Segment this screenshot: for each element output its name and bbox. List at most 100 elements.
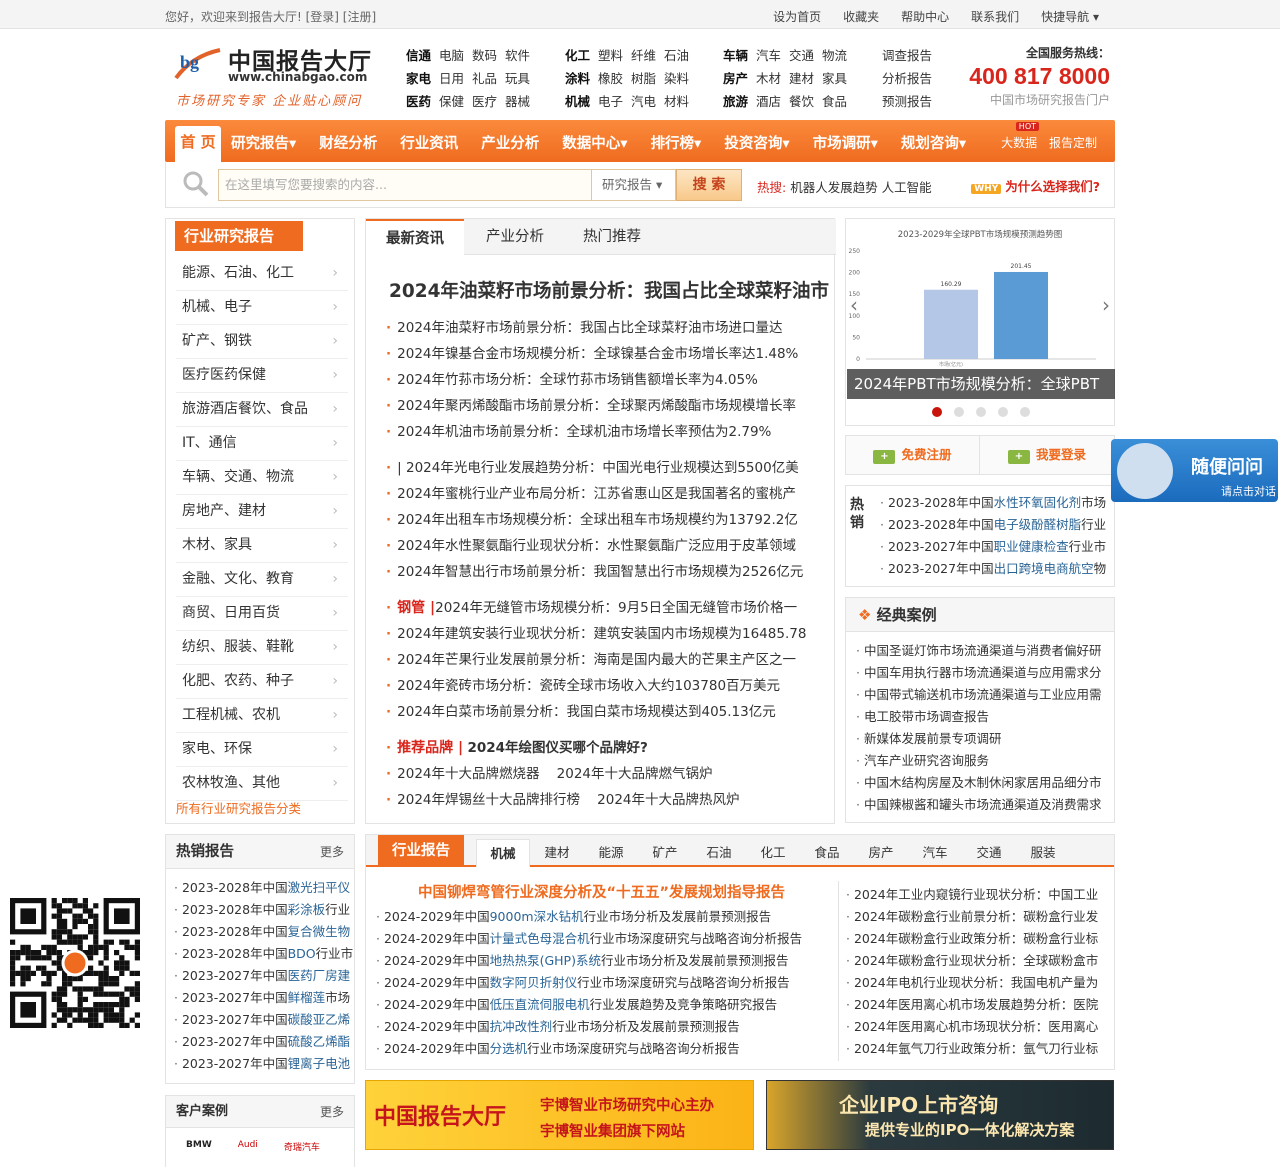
cat-link[interactable]: 电脑 — [439, 44, 464, 67]
industry-tab[interactable]: 建材 — [530, 839, 584, 867]
cat-link[interactable]: 软件 — [505, 44, 530, 67]
industry-item[interactable]: 化肥、农药、种子 — [176, 665, 348, 699]
cat-link[interactable]: 分析报告 — [882, 67, 932, 90]
industry-item[interactable]: 旅游酒店餐饮、食品 — [176, 393, 348, 427]
industry-item[interactable]: 能源、石油、化工 — [176, 257, 348, 291]
industry-item[interactable]: 纺织、服装、鞋靴 — [176, 631, 348, 665]
hot-report-item[interactable]: 2023-2028年中国激光扫平仪 — [174, 877, 353, 899]
cat-link[interactable]: 医药 — [406, 94, 431, 109]
all-industries-link[interactable]: 所有行业研究报告分类 — [176, 798, 301, 817]
cat-link[interactable]: 建材 — [789, 67, 814, 90]
report-item[interactable]: 2024-2029年中国计量式色母混合机行业市场深度研究与战略咨询分析报告 — [376, 928, 802, 950]
news-item[interactable]: 2024年机油市场前景分析：全球机油市场增长率预估为2.79% — [386, 419, 798, 445]
report-item[interactable]: 2024年医用离心机市场发展趋势分析：医院 — [846, 994, 1098, 1016]
cat-link[interactable]: 预测报告 — [882, 90, 932, 113]
search-button[interactable]: 搜 索 — [676, 169, 742, 201]
industry-tab[interactable]: 石油 — [692, 839, 746, 867]
bmw-logo[interactable]: BMW — [186, 1140, 212, 1153]
featured-report[interactable]: 中国铆焊弯管行业深度分析及“十五五”发展规划指导报告 — [418, 881, 785, 902]
industry-item[interactable]: 工程机械、农机 — [176, 699, 348, 733]
industry-tab[interactable]: 汽车 — [908, 839, 962, 867]
report-item[interactable]: 2024-2029年中国地热热泵(GHP)系统行业市场分析及发展前景预测报告 — [376, 950, 802, 972]
cat-link[interactable]: 染料 — [664, 67, 689, 90]
cat-link[interactable]: 木材 — [756, 67, 781, 90]
slider-dot[interactable] — [1020, 407, 1030, 417]
nav-item[interactable]: 排行榜▾ — [651, 132, 702, 153]
slider-dot[interactable] — [998, 407, 1008, 417]
news-item[interactable]: 2024年芒果行业发展前景分析：海南是国内最大的芒果主产区之一 — [386, 647, 806, 673]
cat-link[interactable]: 材料 — [664, 90, 689, 113]
cat-link[interactable]: 交通 — [789, 44, 814, 67]
news-item[interactable]: 钢管 |2024年无缝管市场规模分析：9月5日全国无缝管市场价格一 — [386, 595, 806, 621]
hot-sale-item[interactable]: 2023-2028年中国电子级酚醛树脂行业 — [880, 514, 1106, 536]
classic-item[interactable]: 中国车用执行器市场流通渠道与应用需求分 — [856, 662, 1102, 684]
industry-item[interactable]: 机械、电子 — [176, 291, 348, 325]
hot-reports-more[interactable]: 更多 — [320, 835, 344, 869]
report-item[interactable]: 2024年碳粉盒行业现状分析：全球碳粉盒市 — [846, 950, 1098, 972]
industry-tab[interactable]: 服装 — [1016, 839, 1070, 867]
brand-row[interactable]: 2024年十大品牌燃烧器 2024年十大品牌燃气锅炉 — [386, 761, 740, 787]
hot-report-item[interactable]: 2023-2028年中国复合微生物 — [174, 921, 353, 943]
industry-item[interactable]: IT、通信 — [176, 427, 348, 461]
cat-link[interactable]: 酒店 — [756, 90, 781, 113]
banner-ipo[interactable]: 企业IPO上市咨询 提供专业的IPO一体化解决方案 — [766, 1080, 1114, 1150]
cat-link[interactable]: 机械 — [565, 94, 590, 109]
news-headline[interactable]: 2024年油菜籽市场前景分析：我国占比全球菜籽油市 — [389, 277, 829, 303]
industry-item[interactable]: 家电、环保 — [176, 733, 348, 767]
report-item[interactable]: 2024-2029年中国低压直流伺服电机行业发展趋势及竞争策略研究报告 — [376, 994, 802, 1016]
classic-item[interactable]: 中国辣椒酱和罐头市场流通渠道及消费需求 — [856, 794, 1102, 816]
news-item[interactable]: 2024年瓷砖市场分析：瓷砖全球市场收入大约103780百万美元 — [386, 673, 806, 699]
banner-chinabgao[interactable]: 中国报告大厅 宇博智业市场研究中心主办 宇博智业集团旗下网站 — [365, 1080, 754, 1150]
cat-link[interactable]: 信通 — [406, 48, 431, 63]
hot-report-item[interactable]: 2023-2027年中国医药厂房建 — [174, 965, 353, 987]
cat-link[interactable]: 房产 — [723, 71, 748, 86]
cat-link[interactable]: 汽车 — [756, 44, 781, 67]
nav-bigdata[interactable]: 大数据 — [1001, 136, 1037, 150]
news-item[interactable]: 2024年油菜籽市场前景分析：我国占比全球菜籽油市场进口量达 — [386, 315, 798, 341]
cat-link[interactable]: 食品 — [822, 90, 847, 113]
industry-item[interactable]: 金融、文化、教育 — [176, 563, 348, 597]
image-slider[interactable]: 2023-2029年全球PBT市场规模预测趋势图 250 200 150 100 50 0… — [845, 218, 1115, 426]
hot-sale-item[interactable]: 2023-2028年中国水性环氧固化剂市场 — [880, 492, 1106, 514]
cat-link[interactable]: 家具 — [822, 67, 847, 90]
news-item[interactable]: 2024年白菜市场前景分析：我国白菜市场规模达到405.13亿元 — [386, 699, 806, 725]
industry-item[interactable]: 房地产、建材 — [176, 495, 348, 529]
hot-report-item[interactable]: 2023-2028年中国彩涂板行业 — [174, 899, 353, 921]
industry-tab[interactable]: 化工 — [746, 839, 800, 867]
news-item[interactable]: 2024年建筑安装行业现状分析：建筑安装国内市场规模为16485.78 — [386, 621, 806, 647]
report-item[interactable]: 2024-2029年中国数字阿贝折射仪行业市场深度研究与战略咨询分析报告 — [376, 972, 802, 994]
industry-item[interactable]: 车辆、交通、物流 — [176, 461, 348, 495]
cat-link[interactable]: 化工 — [565, 48, 590, 63]
cat-link[interactable]: 电子 — [598, 90, 623, 113]
nav-item[interactable]: 数据中心▾ — [562, 132, 627, 153]
classic-item[interactable]: 中国带式输送机市场流通渠道与工业应用需 — [856, 684, 1102, 706]
cat-link[interactable]: 数码 — [472, 44, 497, 67]
quick-nav-link[interactable]: 快捷导航 ▾ — [1030, 8, 1110, 25]
nav-item[interactable]: 市场调研▾ — [813, 132, 878, 153]
set-homepage-link[interactable]: 设为首页 — [762, 8, 832, 25]
report-item[interactable]: 2024年碳粉盒行业政策分析：碳粉盒行业标 — [846, 928, 1098, 950]
industry-tab[interactable]: 矿产 — [638, 839, 692, 867]
industry-tab[interactable]: 房产 — [854, 839, 908, 867]
cat-link[interactable]: 调查报告 — [882, 44, 932, 67]
cat-link[interactable]: 家电 — [406, 71, 431, 86]
help-link[interactable]: 帮助中心 — [890, 8, 960, 25]
cat-link[interactable]: 树脂 — [631, 67, 656, 90]
industry-tab[interactable]: 能源 — [584, 839, 638, 867]
news-item[interactable]: 2024年水性聚氨酯行业现状分析：水性聚氨酯广泛应用于皮革领域 — [386, 533, 803, 559]
industry-item[interactable]: 医疗医药保健 — [176, 359, 348, 393]
classic-item[interactable]: 汽车产业研究咨询服务 — [856, 750, 1101, 772]
cat-link[interactable]: 橡胶 — [598, 67, 623, 90]
cat-link[interactable]: 旅游 — [723, 94, 748, 109]
register-button[interactable]: + 免费注册 — [846, 436, 980, 474]
tab-hot[interactable]: 热门推荐 — [563, 219, 661, 255]
nav-item[interactable]: 行业资讯 — [400, 132, 458, 153]
industry-item[interactable]: 商贸、日用百货 — [176, 597, 348, 631]
industry-item[interactable]: 农林牧渔、其他 — [176, 767, 348, 801]
hot-report-item[interactable]: 2023-2027年中国硫酸乙烯酯 — [174, 1031, 353, 1053]
hot-search-words[interactable]: 机器人发展趋势 人工智能 — [790, 180, 931, 195]
report-item[interactable]: 2024年医用离心机市场现状分析：医用离心 — [846, 1016, 1098, 1038]
cat-link[interactable]: 保健 — [439, 90, 464, 113]
nav-custom-report[interactable]: 报告定制 — [1049, 136, 1097, 150]
welcome-text[interactable]: 您好，欢迎来到报告大厅! [登录] [注册] — [165, 8, 376, 25]
